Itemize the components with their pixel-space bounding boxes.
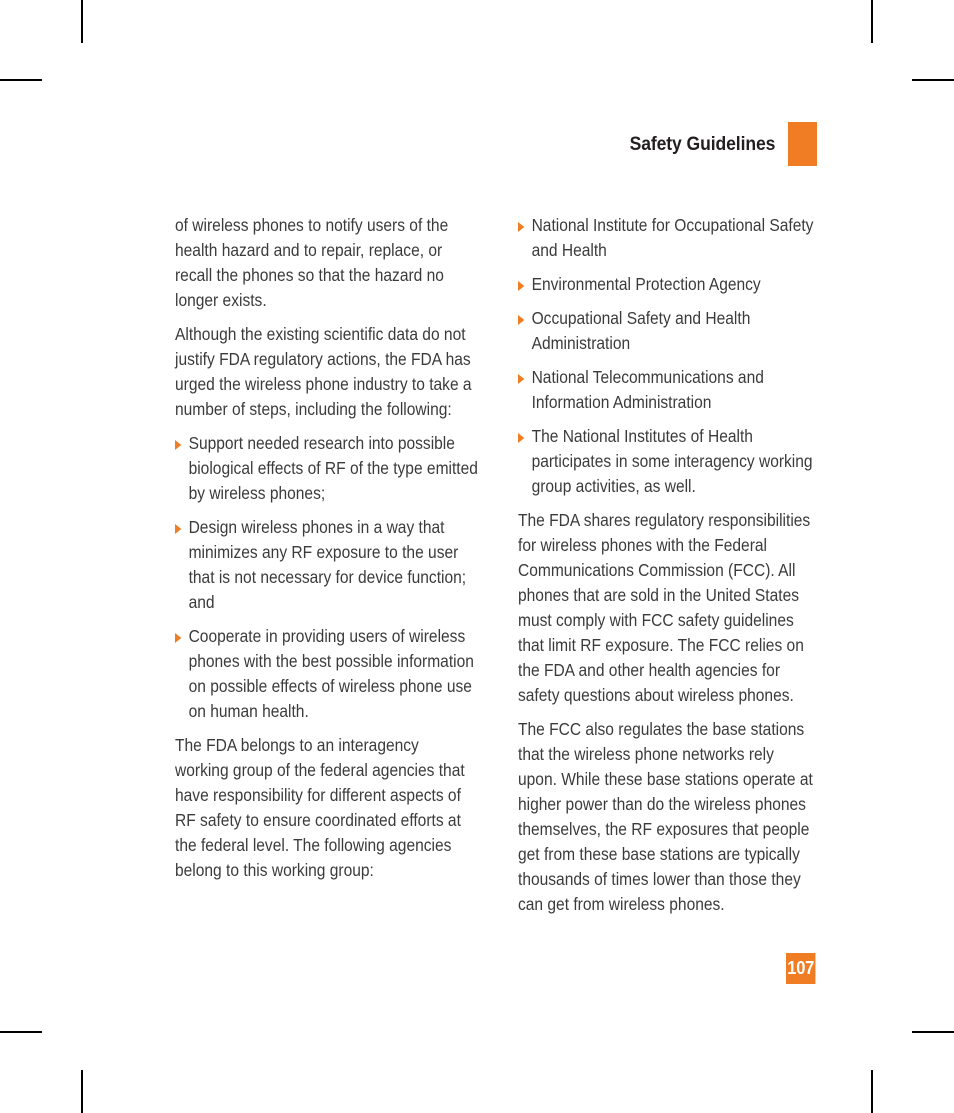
paragraph: The FDA belongs to an interagency workin… [175, 735, 465, 880]
list-item-label: National Institute for Occupational Safe… [531, 215, 814, 260]
crop-mark-bottom-left-horizontal [0, 1031, 42, 1033]
crop-mark-top-right-horizontal [912, 79, 954, 81]
paragraph: of wireless phones to notify users of th… [175, 215, 449, 310]
bulleted-list: National Institute for Occupational Safe… [518, 213, 815, 499]
column-right: National Institute for Occupational Safe… [518, 213, 815, 926]
triangle-right-icon [518, 314, 525, 325]
page-title: Safety Guidelines [629, 132, 776, 155]
column-left: of wireless phones to notify users of th… [175, 213, 478, 926]
list-item: Environmental Protection Agency [518, 272, 829, 297]
triangle-right-icon [518, 373, 525, 384]
list-item-label: National Telecommunications and Informat… [531, 367, 764, 412]
paragraph: The FCC also regulates the base stations… [518, 719, 813, 914]
crop-mark-top-right-vertical [871, 0, 873, 43]
crop-mark-bottom-right-vertical [871, 1070, 873, 1113]
paragraph: Although the existing scientific data do… [175, 324, 472, 419]
list-item: The National Institutes of Health partic… [518, 424, 829, 499]
header-accent-bar [788, 122, 817, 166]
triangle-right-icon [518, 280, 525, 291]
triangle-right-icon [175, 439, 182, 450]
list-item-label: Cooperate in providing users of wireless… [188, 626, 474, 721]
list-item: Cooperate in providing users of wireless… [175, 624, 486, 724]
list-item-label: The National Institutes of Health partic… [531, 426, 813, 496]
triangle-right-icon [518, 432, 525, 443]
list-item: National Institute for Occupational Safe… [518, 213, 829, 263]
page-number-badge: 107 [786, 953, 816, 984]
triangle-right-icon [175, 632, 182, 643]
article-body: of wireless phones to notify users of th… [175, 213, 821, 926]
crop-mark-top-left-horizontal [0, 79, 42, 81]
list-item-label: Occupational Safety and Health Administr… [531, 308, 751, 353]
list-item: Support needed research into possible bi… [175, 431, 486, 506]
crop-mark-bottom-left-vertical [81, 1070, 83, 1113]
crop-mark-top-left-vertical [81, 0, 83, 43]
paragraph: The FDA shares regulatory responsibiliti… [518, 510, 811, 705]
list-item: Occupational Safety and Health Administr… [518, 306, 829, 356]
page-header: Safety Guidelines [0, 122, 817, 166]
triangle-right-icon [518, 221, 525, 232]
list-item-label: Support needed research into possible bi… [188, 433, 478, 503]
list-item-label: Environmental Protection Agency [531, 274, 761, 294]
bulleted-list: Support needed research into possible bi… [175, 431, 478, 724]
triangle-right-icon [175, 523, 182, 534]
list-item: National Telecommunications and Informat… [518, 365, 829, 415]
crop-mark-bottom-right-horizontal [912, 1031, 954, 1033]
list-item-label: Design wireless phones in a way that min… [188, 517, 467, 612]
list-item: Design wireless phones in a way that min… [175, 515, 486, 615]
